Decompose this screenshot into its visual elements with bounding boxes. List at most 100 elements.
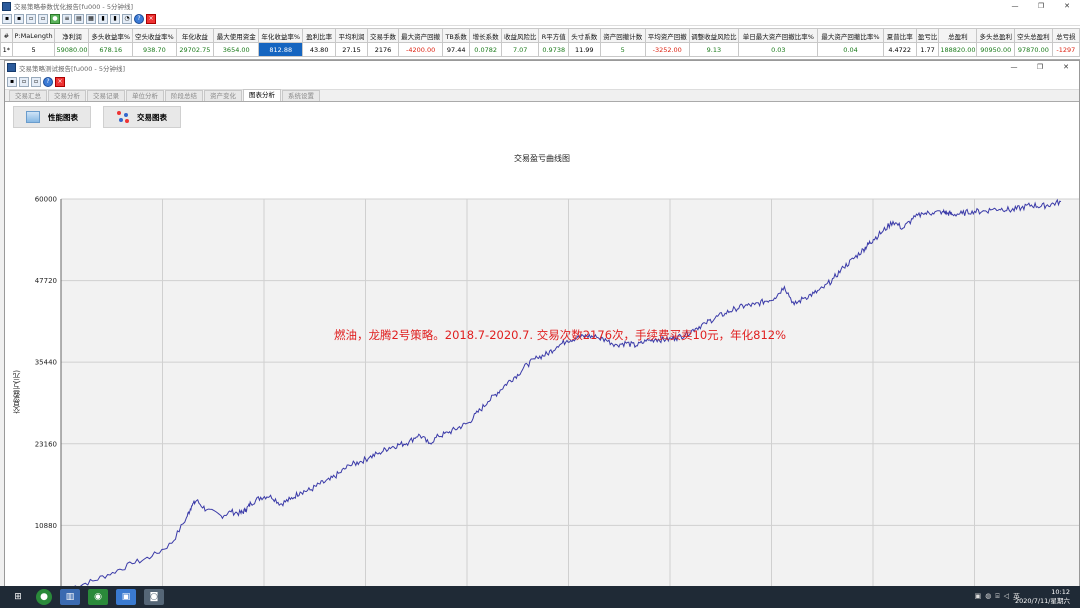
column-header[interactable]: 总亏损 xyxy=(1051,28,1080,43)
column-header[interactable]: 多头总盈利 xyxy=(976,28,1016,43)
column-header[interactable]: 盈亏比 xyxy=(915,28,940,43)
exit-icon[interactable]: × xyxy=(146,13,156,24)
save-as-icon[interactable]: ▪ xyxy=(14,13,24,24)
table-cell[interactable]: 97.44 xyxy=(441,42,471,57)
save-icon[interactable]: ▪ xyxy=(2,13,12,24)
column-header[interactable]: R平方值 xyxy=(538,28,569,43)
column-header[interactable]: P:MaLength xyxy=(11,28,56,43)
table-cell[interactable]: 7.07 xyxy=(500,42,540,57)
column-header[interactable]: 夏普比率 xyxy=(882,28,917,43)
table-cell[interactable]: 97870.00 xyxy=(1014,42,1053,57)
close-button[interactable]: ✕ xyxy=(1054,0,1080,12)
tab-2[interactable]: 交易记录 xyxy=(87,90,125,101)
column-header[interactable]: 交易手数 xyxy=(366,28,400,43)
table-cell[interactable]: 59080.00 xyxy=(54,42,90,57)
print-icon[interactable]: ▫ xyxy=(38,13,48,24)
table-cell[interactable]: 27.15 xyxy=(335,42,368,57)
tab-7[interactable]: 系统设置 xyxy=(282,90,320,101)
help-icon[interactable]: ? xyxy=(134,13,144,24)
table-cell[interactable]: -1297 xyxy=(1051,42,1080,57)
table-cell[interactable]: 5 xyxy=(599,42,646,57)
tab-3[interactable]: 单位分析 xyxy=(126,90,164,101)
table-cell[interactable]: 0.03 xyxy=(738,42,819,57)
windows-start-icon[interactable]: ⊞ xyxy=(8,589,28,605)
column-header[interactable]: # xyxy=(0,28,13,43)
refresh-icon[interactable]: ● xyxy=(50,13,60,24)
restore-button[interactable]: ❐ xyxy=(1028,0,1054,12)
table-row[interactable]: 1* 5 59080.00 678.16 938.70 29702.75 3654.00 81… xyxy=(0,42,1080,57)
column-header[interactable]: 多头收益率% xyxy=(88,28,134,43)
column-header[interactable]: 增长系数 xyxy=(469,28,502,43)
column-header[interactable]: 资产回撤计数 xyxy=(599,28,646,43)
bar-chart-icon[interactable]: ▮ xyxy=(98,13,108,24)
tab-1[interactable]: 交易分析 xyxy=(48,90,86,101)
table-cell[interactable]: -3252.00 xyxy=(644,42,690,57)
column-header[interactable]: 最大资产回撤比率% xyxy=(817,28,884,43)
copy-icon[interactable]: ▫ xyxy=(26,13,36,24)
table-cell[interactable]: 1.77 xyxy=(915,42,940,57)
column-header[interactable]: 收益风险比 xyxy=(500,28,540,43)
wechat-icon[interactable]: ◉ xyxy=(88,589,108,605)
table-cell[interactable]: 0.04 xyxy=(817,42,884,57)
column-header[interactable]: TB系数 xyxy=(441,28,471,43)
performance-chart-button[interactable]: 性能图表 xyxy=(13,106,91,128)
system-clock[interactable]: 10:12 2020/7/11/星期六 xyxy=(1015,588,1070,606)
app-chart-icon[interactable]: ▥ xyxy=(60,589,80,605)
list-icon[interactable]: ≡ xyxy=(62,13,72,24)
report-minimize-button[interactable]: — xyxy=(1001,61,1027,74)
trade-chart-button[interactable]: 交易图表 xyxy=(103,106,181,128)
chart-icon[interactable]: ▦ xyxy=(86,13,96,24)
pie-chart-icon[interactable]: ◔ xyxy=(122,13,132,24)
column-header[interactable]: 最大资产回撤 xyxy=(398,28,443,43)
report-restore-button[interactable]: ❐ xyxy=(1027,61,1053,74)
table-cell[interactable]: 90950.00 xyxy=(976,42,1016,57)
app-active-icon[interactable]: ◙ xyxy=(144,589,164,605)
column-header[interactable]: 年化收益 xyxy=(175,28,215,43)
report-exit-icon[interactable]: × xyxy=(55,76,65,87)
column-header[interactable]: 平均利润 xyxy=(335,28,368,43)
report-help-icon[interactable]: ? xyxy=(43,76,53,87)
table-cell[interactable]: 5 xyxy=(11,42,56,57)
report-titlebar[interactable]: 交易策略测试报告[fu000 - 5分钟线] — ❐ ✕ xyxy=(5,61,1079,74)
table-cell[interactable]: 4.4722 xyxy=(882,42,917,57)
table-cell[interactable]: -4200.00 xyxy=(398,42,443,57)
column-header[interactable]: 头寸系数 xyxy=(568,28,601,43)
app-green-icon[interactable]: ● xyxy=(36,589,52,605)
report-save-icon[interactable]: ▪ xyxy=(7,76,17,87)
column-header[interactable]: 净利润 xyxy=(54,28,90,43)
column-header[interactable]: 年化收益率% xyxy=(258,28,304,43)
report-print-icon[interactable]: ▫ xyxy=(31,76,41,87)
column-header[interactable]: 调整收益风险比 xyxy=(688,28,740,43)
network-icon[interactable]: ⌸ xyxy=(995,592,999,602)
minimize-button[interactable]: — xyxy=(1002,0,1028,12)
tray-icon[interactable]: ▣ xyxy=(975,592,982,602)
tab-0[interactable]: 交易汇总 xyxy=(9,90,47,101)
table-cell[interactable]: 938.70 xyxy=(132,42,177,57)
column-header[interactable]: 最大使用资金 xyxy=(213,28,260,43)
column-header[interactable]: 总盈利 xyxy=(938,28,978,43)
volume-icon[interactable]: ◁ xyxy=(1004,592,1009,602)
optimization-titlebar[interactable]: 交易策略参数优化报告[fu000 - 5分钟线] — ❐ ✕ xyxy=(0,0,1080,12)
app-window-icon[interactable]: ▣ xyxy=(116,589,136,605)
table-cell[interactable]: 9.13 xyxy=(688,42,740,57)
table-cell[interactable]: 812.88 xyxy=(258,42,304,57)
column-header[interactable]: 平均资产回撤 xyxy=(644,28,690,43)
shield-icon[interactable]: ◍ xyxy=(985,592,991,602)
tab-4[interactable]: 阶段总结 xyxy=(165,90,203,101)
filter-icon[interactable]: ▤ xyxy=(74,13,84,24)
table-cell[interactable]: 3654.00 xyxy=(213,42,260,57)
table-cell[interactable]: 29702.75 xyxy=(175,42,215,57)
table-cell[interactable]: 1* xyxy=(0,42,13,57)
report-close-button[interactable]: ✕ xyxy=(1053,61,1079,74)
tab-6[interactable]: 图表分析 xyxy=(243,89,281,101)
column-header[interactable]: 空头总盈利 xyxy=(1014,28,1053,43)
table-cell[interactable]: 43.80 xyxy=(302,42,337,57)
table-cell[interactable]: 0.0782 xyxy=(469,42,502,57)
column-header[interactable]: 盈利比率 xyxy=(302,28,337,43)
table-cell[interactable]: 2176 xyxy=(366,42,400,57)
table-cell[interactable]: 678.16 xyxy=(88,42,134,57)
column-header[interactable]: 单日最大资产回撤比率% xyxy=(738,28,819,43)
stack-chart-icon[interactable]: ▮ xyxy=(110,13,120,24)
table-cell[interactable]: 11.99 xyxy=(568,42,601,57)
column-header[interactable]: 空头收益率% xyxy=(132,28,177,43)
